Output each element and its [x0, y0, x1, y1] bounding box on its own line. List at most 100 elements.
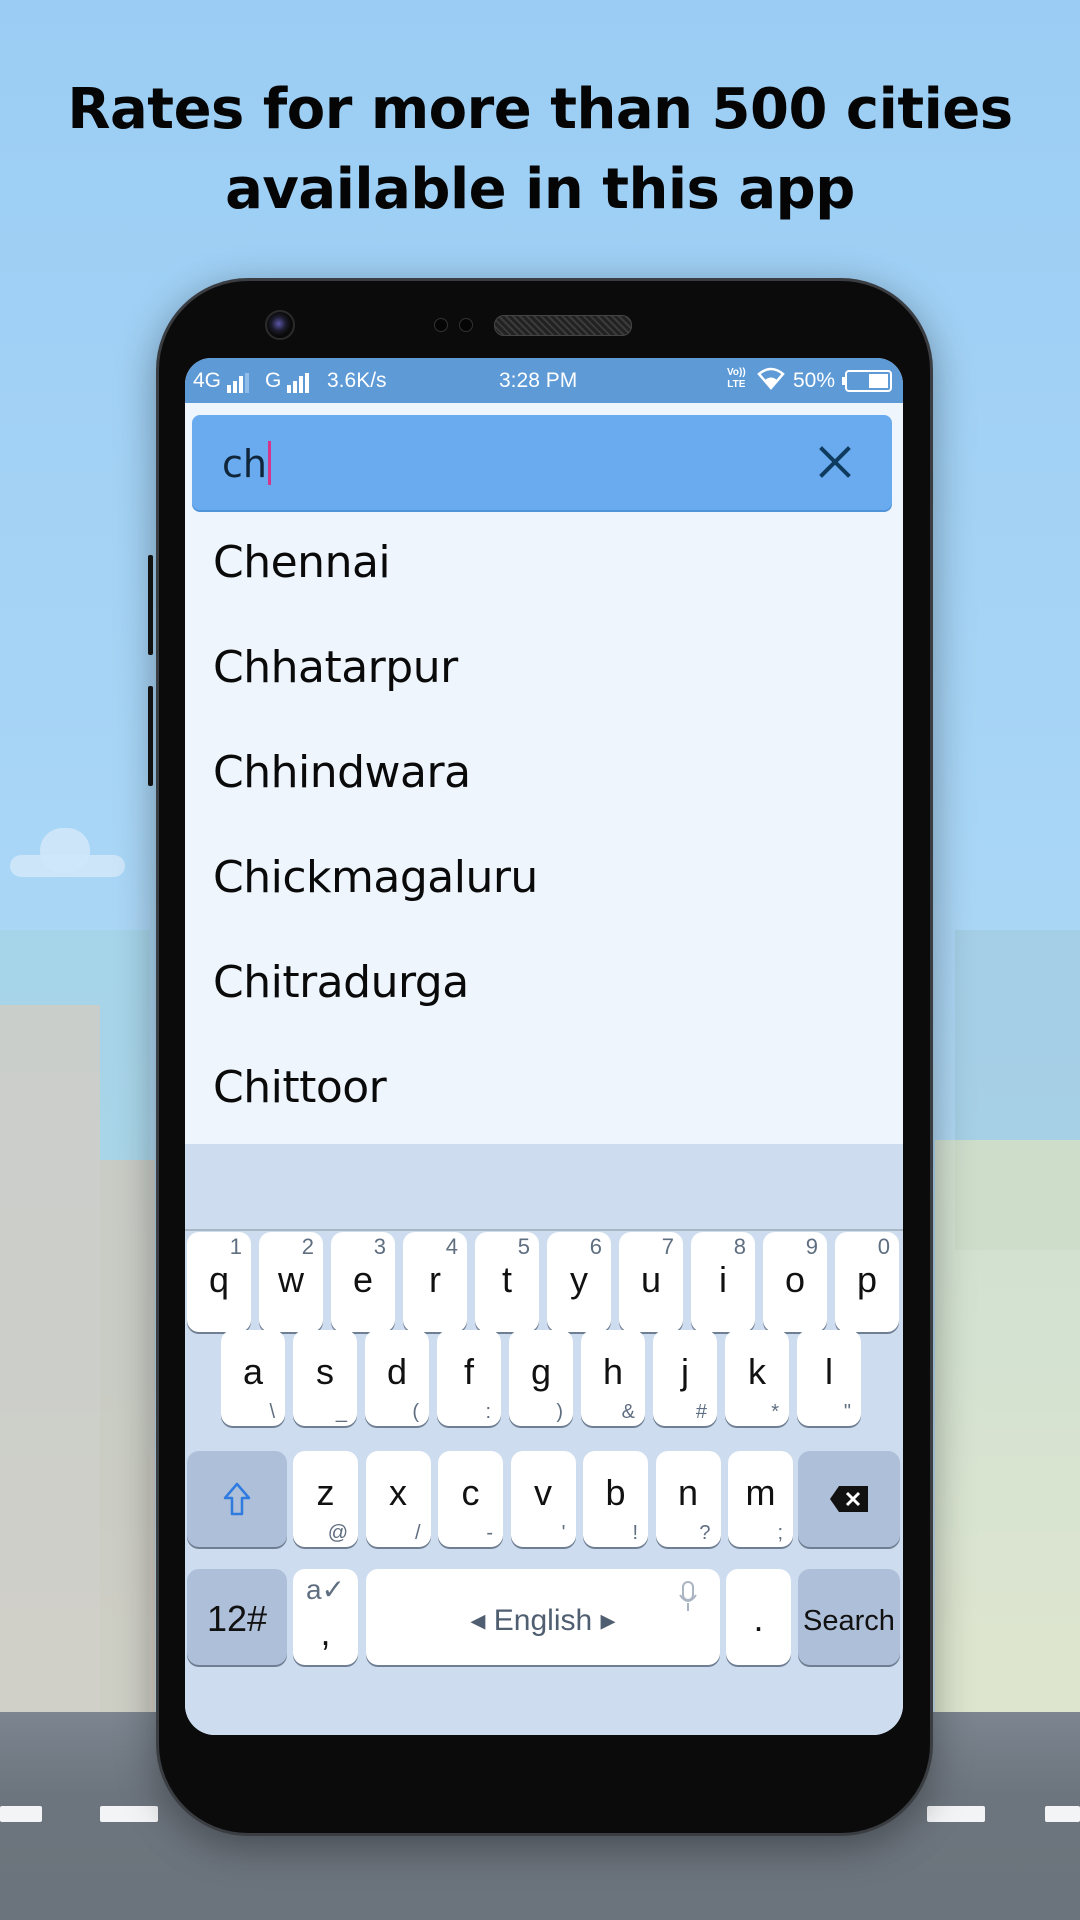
key-r[interactable]: r4 — [403, 1232, 467, 1332]
key-p[interactable]: p0 — [835, 1232, 899, 1332]
key-symbol-hint: ? — [699, 1522, 711, 1544]
key-s[interactable]: s _ — [293, 1330, 357, 1426]
key-a[interactable]: a \ — [221, 1330, 285, 1426]
key-n[interactable]: n? — [655, 1451, 721, 1547]
wifi-icon — [757, 366, 785, 396]
key-h[interactable]: h & — [581, 1330, 645, 1426]
key-w[interactable]: w2 — [259, 1232, 323, 1332]
search-query-text: ch — [222, 442, 267, 486]
network-g: G — [265, 369, 311, 393]
key-d[interactable]: d( — [365, 1330, 429, 1426]
search-input[interactable]: ch — [222, 441, 271, 486]
earpiece-speaker — [494, 315, 632, 336]
key-o[interactable]: o9 — [763, 1232, 827, 1332]
city-list-item[interactable]: Chennai — [213, 510, 391, 615]
key-label: j — [681, 1351, 689, 1392]
key-label: d — [386, 1351, 408, 1392]
key-number-hint: 3 — [373, 1234, 386, 1259]
key-label: o — [784, 1259, 806, 1300]
key-label: k — [748, 1351, 766, 1392]
city-list-item[interactable]: Chittoor — [213, 1035, 387, 1140]
key-label: n — [677, 1472, 699, 1513]
key-symbol-hint: ' — [561, 1522, 566, 1544]
backspace-key[interactable] — [798, 1451, 900, 1547]
promo-title: Rates for more than 500 cities available… — [0, 70, 1080, 230]
key-label: h — [602, 1351, 624, 1392]
key-label: y — [570, 1259, 588, 1300]
promo-title-line2: available in this app — [225, 157, 855, 222]
proximity-sensor — [434, 318, 448, 332]
key-symbol-hint: @ — [327, 1522, 348, 1544]
comma-key[interactable]: a✓ , — [293, 1569, 358, 1665]
period-key-label: . — [753, 1598, 764, 1639]
key-q[interactable]: q1 — [187, 1232, 251, 1332]
search-bar: ch — [192, 415, 892, 510]
backspace-icon — [830, 1486, 868, 1512]
key-l[interactable]: l " — [797, 1330, 861, 1426]
spacebar-key[interactable]: ◂ English ▸ — [366, 1569, 720, 1665]
key-t[interactable]: t5 — [475, 1232, 539, 1332]
network-4g-label: 4G — [193, 369, 222, 392]
symbols-key[interactable]: 12# — [187, 1569, 287, 1665]
key-u[interactable]: u7 — [619, 1232, 683, 1332]
key-label: r — [429, 1259, 441, 1300]
city-list-item[interactable]: Chhindwara — [213, 720, 471, 825]
key-g[interactable]: g) — [509, 1330, 573, 1426]
key-label: l — [825, 1351, 833, 1392]
key-b[interactable]: b! — [583, 1451, 648, 1547]
key-label: e — [352, 1259, 374, 1300]
search-key[interactable]: Search — [798, 1569, 900, 1665]
key-label: v — [534, 1472, 552, 1513]
key-number-hint: 8 — [733, 1234, 746, 1259]
key-i[interactable]: i8 — [691, 1232, 755, 1332]
period-key[interactable]: . — [726, 1569, 791, 1665]
promo-title-line1: Rates for more than 500 cities — [67, 77, 1013, 142]
search-key-label: Search — [803, 1605, 895, 1637]
soft-keyboard: q 1 w 2 e 3 r 4 t 5 y 6 u 7 i 8 o 9 p 0 a \ s _ d(f: g) h & j # k * l " z @… — [185, 1144, 903, 1735]
key-number-hint: 0 — [877, 1234, 890, 1259]
key-number-hint: 6 — [589, 1234, 602, 1259]
close-icon — [819, 446, 851, 478]
city-list-item[interactable]: Chitradurga — [213, 930, 469, 1035]
key-symbol-hint: # — [695, 1401, 707, 1423]
key-v[interactable]: v ' — [510, 1451, 576, 1547]
key-symbol-hint: - — [486, 1522, 493, 1544]
key-symbol-hint: / — [414, 1522, 421, 1544]
key-label: b — [605, 1472, 626, 1513]
shift-key[interactable] — [187, 1451, 287, 1547]
key-symbol-hint: ) — [556, 1401, 563, 1423]
light-sensor — [459, 318, 473, 332]
key-f[interactable]: f: — [437, 1330, 501, 1426]
key-symbol-hint: \ — [269, 1401, 275, 1423]
key-symbol-hint: " — [843, 1401, 851, 1423]
background-building — [100, 1160, 155, 1720]
clear-search-button[interactable] — [816, 443, 854, 481]
key-label: s — [316, 1351, 334, 1392]
key-m[interactable]: m; — [728, 1451, 793, 1547]
network-4g: 4G — [193, 369, 251, 393]
signal-bars-icon — [226, 369, 251, 393]
phone-screen: 4G G 3.6K/s 3:28 PM Vo)) LTE 50% ch Chenn… — [185, 358, 903, 1735]
key-symbol-hint: ! — [632, 1522, 638, 1544]
battery-icon — [841, 370, 893, 398]
key-y[interactable]: y6 — [547, 1232, 611, 1332]
key-symbol-hint: ( — [412, 1401, 419, 1423]
key-j[interactable]: j # — [653, 1330, 717, 1426]
key-symbol-hint: & — [621, 1401, 635, 1423]
phone-volume-down-button — [148, 686, 153, 786]
key-label: u — [640, 1259, 662, 1300]
status-bar: 4G G 3.6K/s 3:28 PM Vo)) LTE 50% — [185, 358, 903, 403]
key-x[interactable]: x / — [365, 1451, 431, 1547]
clock: 3:28 PM — [499, 369, 578, 392]
key-label: m — [745, 1472, 776, 1513]
language-label: English — [493, 1604, 593, 1637]
key-z[interactable]: z @ — [293, 1451, 358, 1547]
city-list-item[interactable]: Chickmagaluru — [213, 825, 538, 930]
signal-bars-icon — [287, 369, 311, 393]
key-e[interactable]: e3 — [331, 1232, 395, 1332]
volte-icon: Vo)) LTE — [727, 367, 746, 390]
key-symbol-hint: ; — [777, 1522, 783, 1544]
city-list-item[interactable]: Chhatarpur — [213, 615, 458, 720]
key-c[interactable]: c- — [438, 1451, 503, 1547]
key-k[interactable]: k * — [725, 1330, 789, 1426]
